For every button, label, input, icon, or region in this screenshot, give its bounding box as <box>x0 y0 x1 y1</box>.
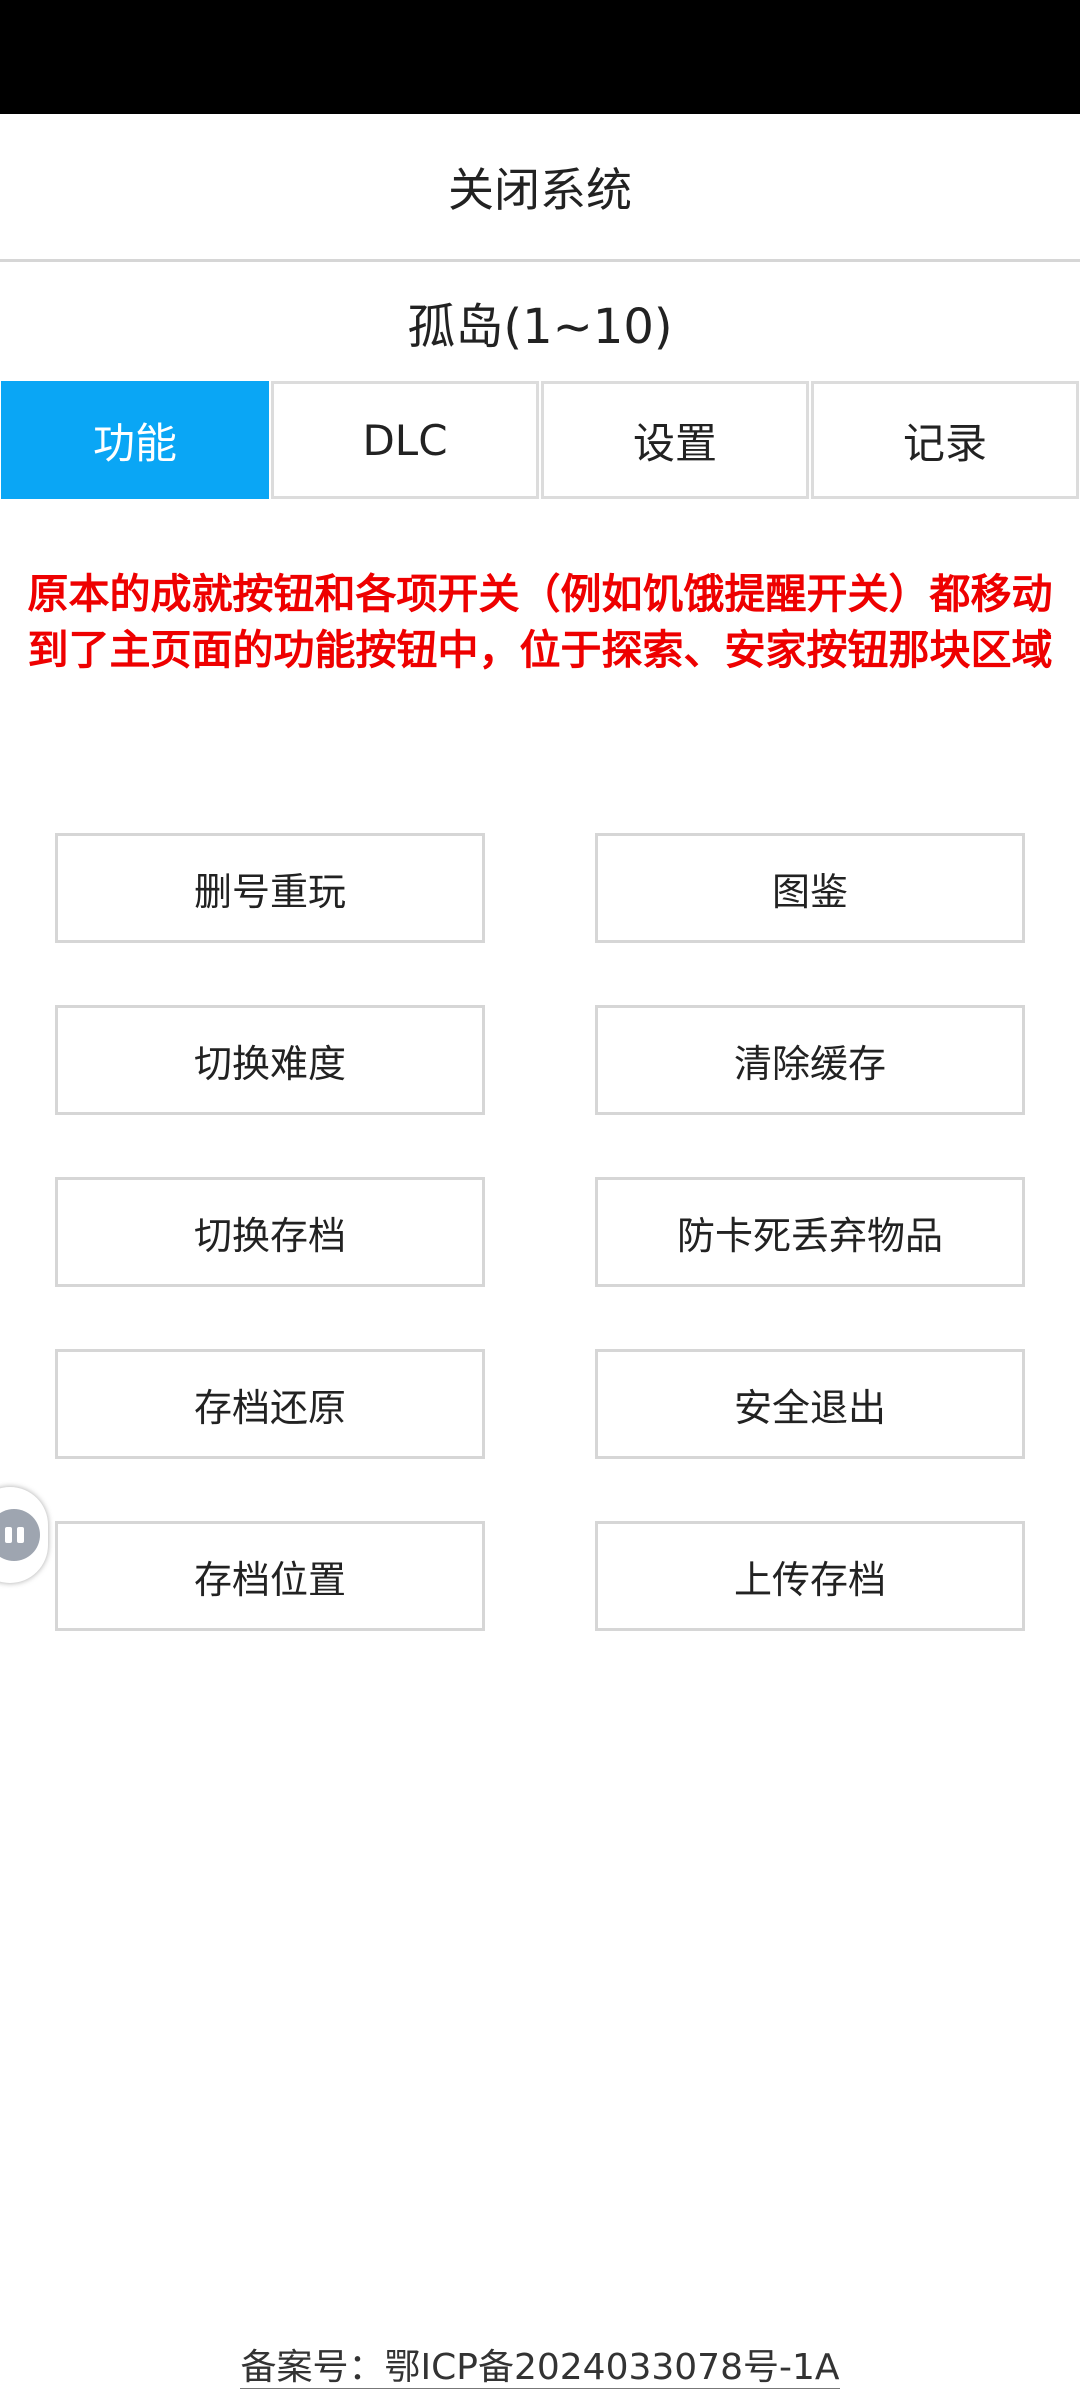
restore-save-button[interactable]: 存档还原 <box>55 1349 485 1459</box>
status-bar <box>0 0 1080 114</box>
upload-save-button[interactable]: 上传存档 <box>595 1521 1025 1631</box>
page-title: 孤岛(1~10) <box>407 299 673 355</box>
icp-link[interactable]: 备案号：鄂ICP备2024033078号-1A <box>240 2347 840 2389</box>
delete-replay-button[interactable]: 删号重玩 <box>55 833 485 943</box>
tab-dlc[interactable]: DLC <box>271 381 539 499</box>
tab-records[interactable]: 记录 <box>811 381 1079 499</box>
save-location-button[interactable]: 存档位置 <box>55 1521 485 1631</box>
tab-functions[interactable]: 功能 <box>1 381 269 499</box>
tab-settings[interactable]: 设置 <box>541 381 809 499</box>
notice-text: 原本的成就按钮和各项开关（例如饥饿提醒开关）都移动到了主页面的功能按钮中，位于探… <box>27 570 1053 674</box>
encyclopedia-button[interactable]: 图鉴 <box>595 833 1025 943</box>
safe-exit-button[interactable]: 安全退出 <box>595 1349 1025 1459</box>
tab-bar: 功能 DLC 设置 记录 <box>0 381 1080 499</box>
icp-footer[interactable]: 备案号：鄂ICP备2024033078号-1A <box>0 2338 1080 2390</box>
close-system-button[interactable]: 关闭系统 <box>0 114 1080 262</box>
switch-save-button[interactable]: 切换存档 <box>55 1177 485 1287</box>
switch-difficulty-button[interactable]: 切换难度 <box>55 1005 485 1115</box>
floating-assistant-face-icon <box>0 1509 40 1561</box>
clear-cache-button[interactable]: 清除缓存 <box>595 1005 1025 1115</box>
anti-freeze-drop-button[interactable]: 防卡死丢弃物品 <box>595 1177 1025 1287</box>
floating-assistant-icon[interactable] <box>0 1487 48 1583</box>
